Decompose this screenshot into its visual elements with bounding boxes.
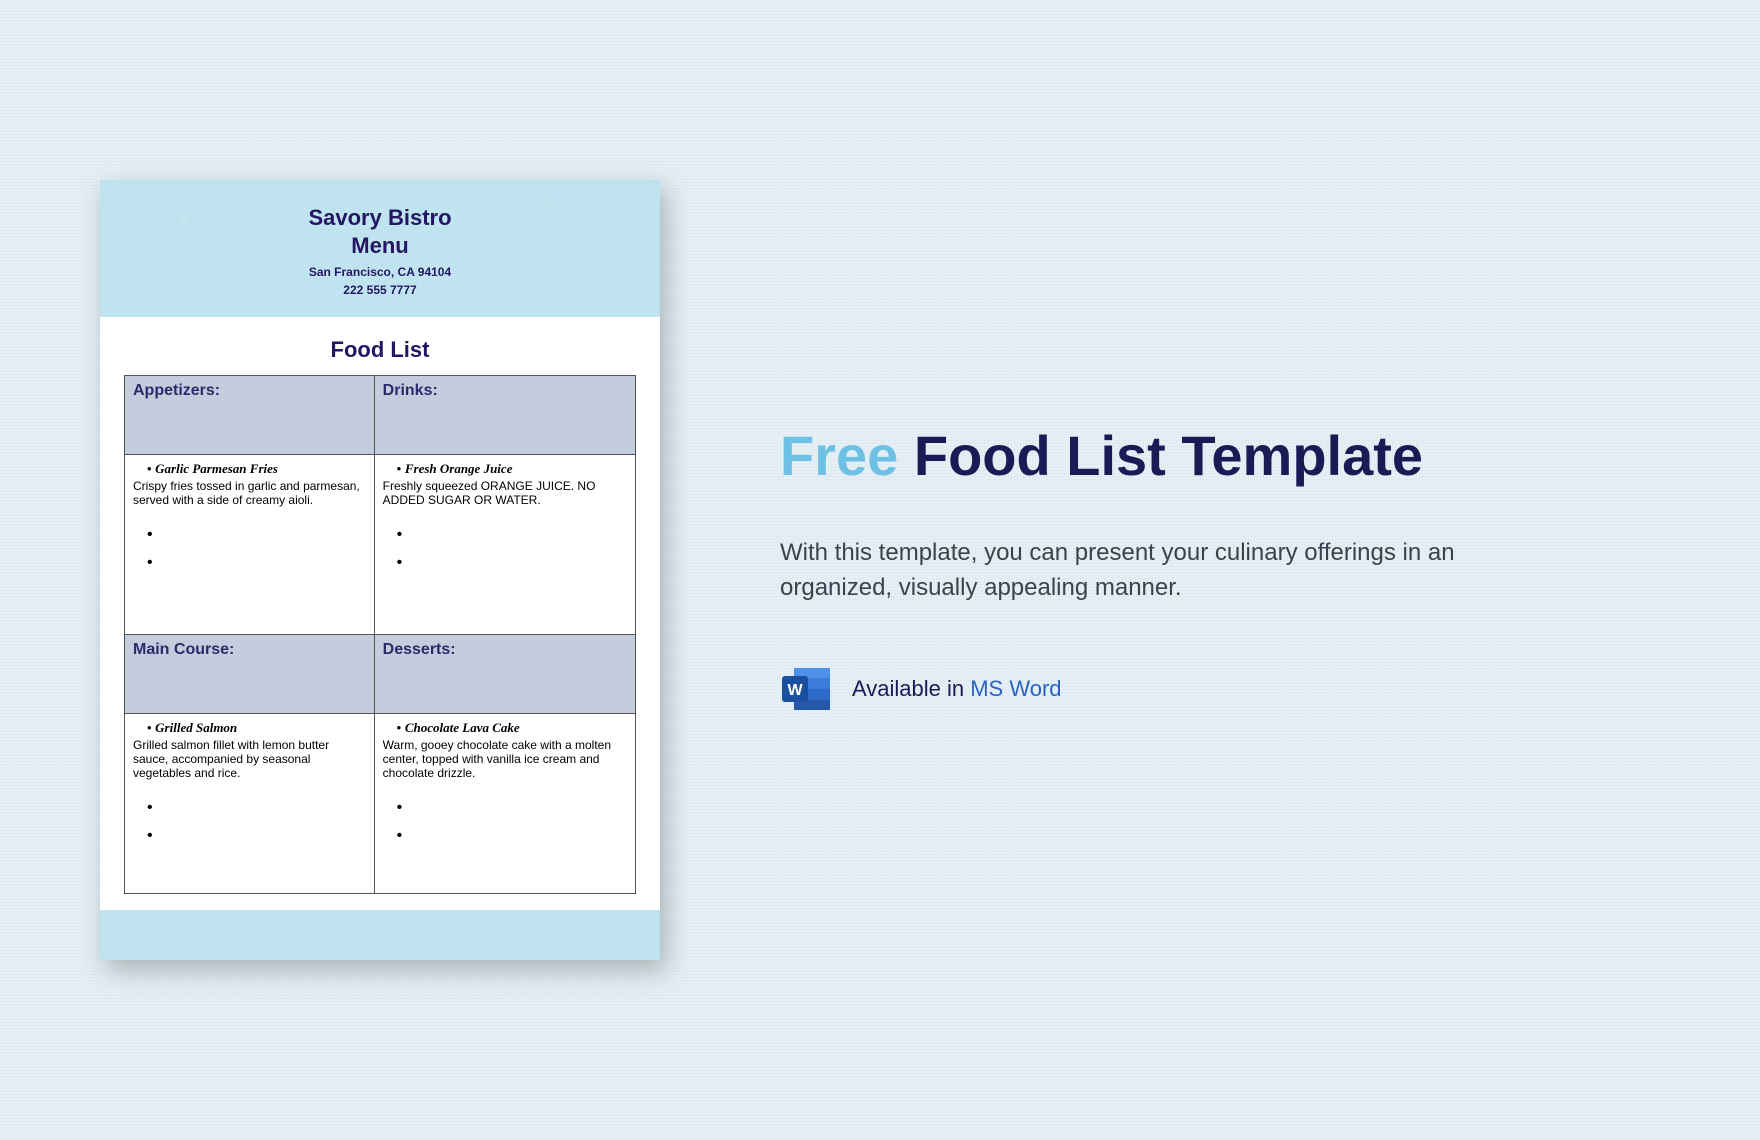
- title-line2: Menu: [351, 233, 408, 258]
- headline-free: Free: [780, 424, 898, 487]
- food-list-heading: Food List: [100, 317, 660, 375]
- dessert-item-desc: Warm, gooey chocolate cake with a molten…: [383, 738, 627, 780]
- main-item-desc: Grilled salmon fillet with lemon butter …: [133, 738, 366, 780]
- svg-text:W: W: [787, 682, 803, 699]
- template-preview: Savory Bistro Menu San Francisco, CA 941…: [100, 180, 660, 960]
- title-line1: Savory Bistro: [308, 205, 451, 230]
- dessert-item-name: Chocolate Lava Cake: [405, 720, 520, 735]
- drink-item-name: Fresh Orange Juice: [405, 461, 513, 476]
- desserts-cell: • Chocolate Lava Cake Warm, gooey chocol…: [374, 714, 635, 894]
- menu-footer-band: [100, 910, 660, 960]
- menu-header: Savory Bistro Menu San Francisco, CA 941…: [100, 180, 660, 317]
- appetizer-item-name: Garlic Parmesan Fries: [155, 461, 278, 476]
- restaurant-phone: 222 555 7777: [110, 283, 650, 297]
- main-item-name: Grilled Salmon: [155, 720, 237, 735]
- promo-panel: Free Food List Template With this templa…: [780, 424, 1480, 716]
- section-desserts-header: Desserts:: [374, 635, 635, 714]
- drink-item-desc: Freshly squeezed ORANGE JUICE. NO ADDED …: [383, 479, 627, 507]
- main-cell: • Grilled Salmon Grilled salmon fillet w…: [125, 714, 375, 894]
- promo-headline: Free Food List Template: [780, 424, 1480, 488]
- headline-rest: Food List Template: [898, 424, 1423, 487]
- section-drinks-header: Drinks:: [374, 376, 635, 455]
- section-main-header: Main Course:: [125, 635, 375, 714]
- availability-row: W Available in MS Word: [780, 662, 1480, 716]
- appetizer-item-desc: Crispy fries tossed in garlic and parmes…: [133, 479, 366, 507]
- availability-app: MS Word: [970, 676, 1061, 701]
- drinks-cell: • Fresh Orange Juice Freshly squeezed OR…: [374, 455, 635, 635]
- promo-description: With this template, you can present your…: [780, 536, 1480, 606]
- appetizers-cell: • Garlic Parmesan Fries Crispy fries tos…: [125, 455, 375, 635]
- availability-text: Available in MS Word: [852, 676, 1062, 702]
- availability-prefix: Available in: [852, 676, 970, 701]
- restaurant-location: San Francisco, CA 94104: [110, 265, 650, 279]
- restaurant-name: Savory Bistro Menu: [110, 204, 650, 259]
- ms-word-icon: W: [780, 662, 834, 716]
- food-list-table: Appetizers: Drinks: • Garlic Parmesan Fr…: [124, 375, 636, 894]
- section-appetizers-header: Appetizers:: [125, 376, 375, 455]
